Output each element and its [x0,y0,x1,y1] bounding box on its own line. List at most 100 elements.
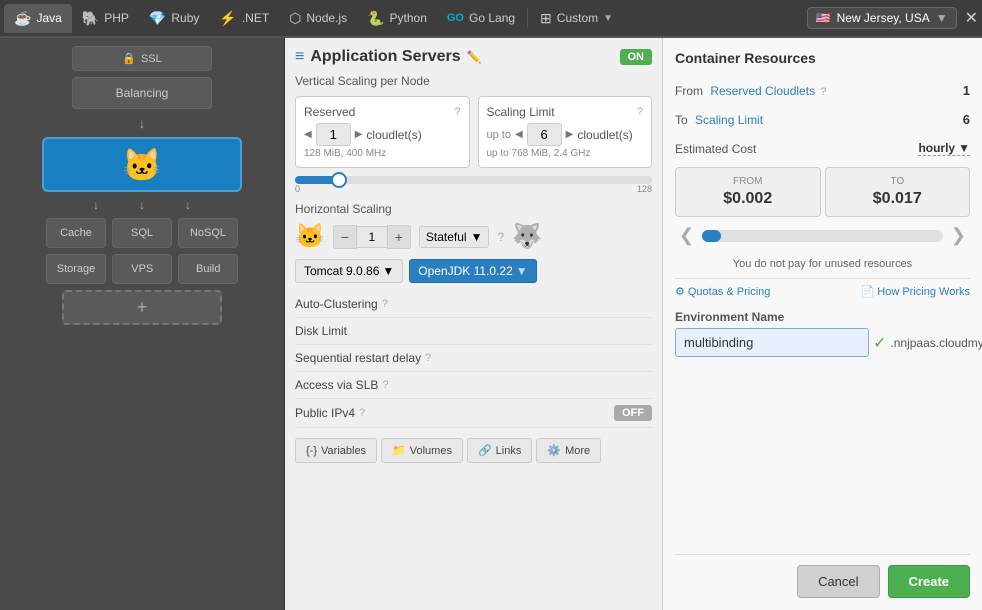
from-reserved-value: 1 [963,83,970,98]
stepper-value: 1 [357,226,387,248]
more-button[interactable]: ⚙️ More [536,438,601,463]
volumes-icon: 📁 [392,444,406,457]
hourly-selector[interactable]: hourly ▼ [918,141,970,156]
tab-nodejs[interactable]: ⬡ Node.js [279,4,357,33]
public-ipv4-toggle[interactable]: OFF [614,405,652,421]
usage-next-icon[interactable]: ❯ [947,225,970,246]
reserved-box: Reserved ? ◀ 1 ▶ cloudlet(s) 128 MiB, 40… [295,96,470,168]
hourly-dropdown-icon: ▼ [958,141,970,155]
nodejs-icon: ⬡ [289,10,301,27]
close-window-icon[interactable]: ✕ [965,8,978,28]
tab-lang[interactable]: GO Go Lang [437,5,525,31]
cancel-button[interactable]: Cancel [797,565,879,598]
public-ipv4-help-icon[interactable]: ? [359,407,365,419]
region-selector[interactable]: 🇺🇸 New Jersey, USA ▼ [807,7,957,29]
env-name-input[interactable] [675,328,869,357]
price-to-box: TO $0.017 [825,167,971,217]
stateful-help-icon[interactable]: ? [497,230,504,244]
reserved-value[interactable]: 1 [316,123,351,146]
balancing-button[interactable]: Balancing [72,77,212,109]
jdk-version-selector[interactable]: OpenJDK 11.0.22 ▼ [409,259,536,283]
stateful-dropdown-icon: ▼ [471,230,483,244]
env-name-check-icon: ✓ [873,333,886,353]
reserved-help-icon[interactable]: ? [454,106,460,118]
quotas-icon: ⚙ [675,285,685,298]
usage-prev-icon[interactable]: ❮ [675,225,698,246]
public-ipv4-row: Public IPv4 ? OFF [295,399,652,428]
reserved-sub: 128 MiB, 400 MHz [304,148,461,159]
tomcat-cat-icon: 🐱 [122,146,162,184]
price-from-box: FROM $0.002 [675,167,821,217]
build-node[interactable]: Build [178,254,238,284]
from-help-icon[interactable]: ? [820,86,826,98]
pricing-works-icon: 📄 [861,285,875,298]
storage-node[interactable]: Storage [46,254,107,284]
scaling-decrement[interactable]: ◀ [515,129,523,140]
second-storage-row: Storage VPS Build [46,254,239,284]
tab-python[interactable]: 🐍 Python [357,4,437,33]
tab-ruby[interactable]: 💎 Ruby [139,4,209,33]
from-reserved-label: From Reserved Cloudlets ? [675,84,827,98]
links-icon: 🔗 [478,444,492,457]
scaling-help-icon[interactable]: ? [637,106,643,118]
scaling-value[interactable]: 6 [527,123,562,146]
price-range: FROM $0.002 TO $0.017 [675,167,970,217]
quotas-pricing-link[interactable]: ⚙ Quotas & Pricing [675,285,770,298]
tomcat-version-selector[interactable]: Tomcat 9.0.86 ▼ [295,259,403,283]
tab-net[interactable]: ⚡ .NET [209,4,279,33]
how-pricing-works-link[interactable]: 📄 How Pricing Works [861,285,970,298]
create-button[interactable]: Create [888,565,970,598]
variables-button[interactable]: {-} Variables [295,438,377,463]
auto-clustering-help-icon[interactable]: ? [382,298,388,310]
disk-limit-row: Disk Limit [295,318,652,345]
scaling-row: Reserved ? ◀ 1 ▶ cloudlet(s) 128 MiB, 40… [295,96,652,168]
reserved-increment[interactable]: ▶ [355,129,363,140]
horizontal-scaling-title: Horizontal Scaling [295,202,652,216]
horizontal-scaling-row: 🐱 − 1 + Stateful ▼ ? 🐺 [295,222,652,251]
to-scaling-row: To Scaling Limit 6 [675,109,970,130]
stateful-select[interactable]: Stateful ▼ [419,226,490,248]
sequential-restart-row: Sequential restart delay ? [295,345,652,372]
section-title: Application Servers [310,48,460,66]
tomcat-h-icon: 🐱 [295,222,325,251]
toggle-on-button[interactable]: ON [620,49,653,65]
tab-custom[interactable]: ⊞ Custom ▼ [530,4,623,33]
tab-bar: ☕ Java 🐘 PHP 💎 Ruby ⚡ .NET ⬡ Node.js 🐍 P… [0,0,982,38]
scaling-increment[interactable]: ▶ [566,129,574,140]
stepper-increment[interactable]: + [387,225,411,249]
access-slb-help-icon[interactable]: ? [382,379,388,391]
tab-java[interactable]: ☕ Java [4,4,72,33]
arrows-row: ↓ ↓ ↓ [93,198,191,212]
volumes-button[interactable]: 📁 Volumes [381,438,463,463]
php-icon: 🐘 [82,10,99,27]
tab-php[interactable]: 🐘 PHP [72,4,139,33]
vps-node[interactable]: VPS [112,254,172,284]
to-scaling-value: 6 [963,112,970,127]
reserved-decrement[interactable]: ◀ [304,129,312,140]
tomcat-main-node[interactable]: 🐱 [42,137,242,192]
env-name-section: Environment Name ✓ .nnjpaas.cloudmydc.co… [675,310,970,357]
cloudlet-slider[interactable]: 0 128 [295,176,652,194]
cache-node[interactable]: Cache [46,218,106,248]
estimated-cost-row: Estimated Cost hourly ▼ [675,138,970,159]
scaling-limit-box: Scaling Limit ? up to ◀ 6 ▶ cloudlet(s) … [478,96,653,168]
chevron-down-icon: ▼ [603,13,613,24]
down-arrow-icon: ↓ [139,115,146,131]
nosql-node[interactable]: NoSQL [178,218,238,248]
action-bar: {-} Variables 📁 Volumes 🔗 Links ⚙️ More [295,432,652,469]
domain-suffix: .nnjpaas.cloudmydc.com [890,336,982,350]
stepper-decrement[interactable]: − [333,225,357,249]
net-icon: ⚡ [219,10,236,27]
edit-icon[interactable]: ✏️ [467,50,482,64]
pricing-links: ⚙ Quotas & Pricing 📄 How Pricing Works [675,278,970,298]
wolf-icon: 🐺 [512,222,542,251]
ssl-button[interactable]: 🔒 SSL [72,46,212,71]
count-stepper[interactable]: − 1 + [333,225,411,249]
links-button[interactable]: 🔗 Links [467,438,532,463]
lock-icon: 🔒 [122,52,136,65]
python-icon: 🐍 [367,10,384,27]
from-reserved-row: From Reserved Cloudlets ? 1 [675,80,970,101]
add-node-button[interactable]: + [62,290,222,325]
sequential-restart-help-icon[interactable]: ? [425,352,431,364]
sql-node[interactable]: SQL [112,218,172,248]
